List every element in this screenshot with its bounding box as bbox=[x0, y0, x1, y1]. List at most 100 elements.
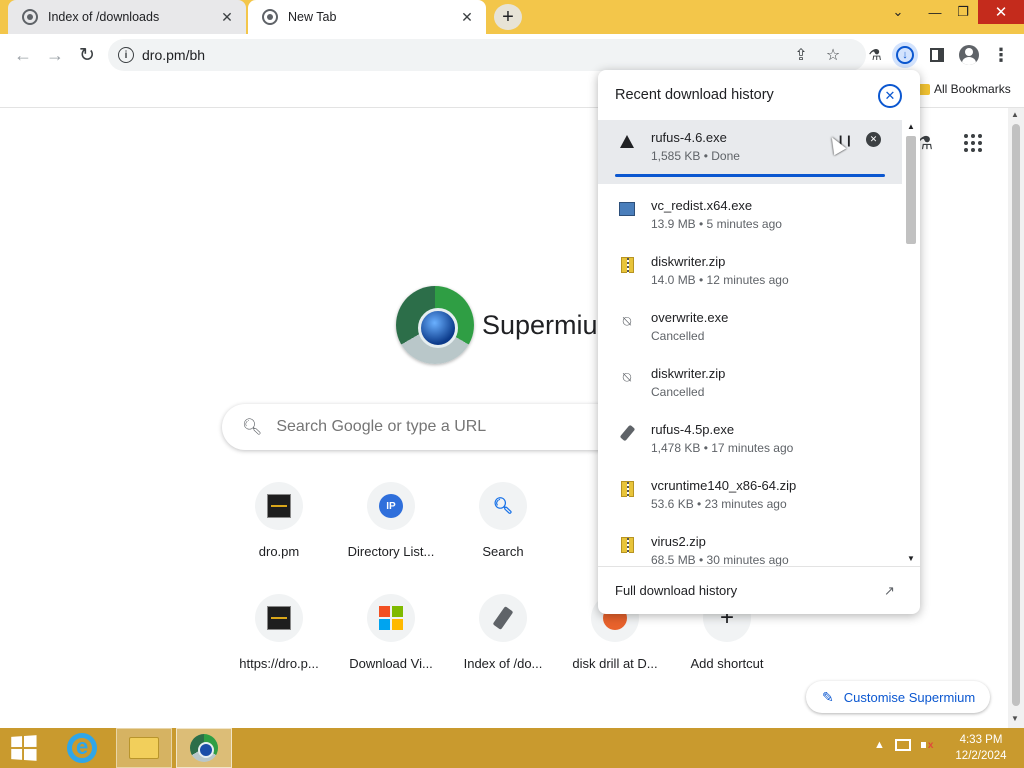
customise-label: Customise Supermium bbox=[843, 689, 976, 705]
installer-icon bbox=[618, 200, 636, 218]
volume-muted-icon[interactable] bbox=[920, 738, 935, 752]
shortcut-label: Search bbox=[482, 544, 524, 559]
minimize-button[interactable]: — bbox=[920, 0, 950, 24]
browser-icon bbox=[262, 9, 278, 25]
page-scrollbar[interactable]: ▲ ▼ bbox=[1008, 108, 1024, 728]
search-icon: 🔍︎ bbox=[492, 498, 514, 515]
dro-pm-icon bbox=[267, 494, 291, 518]
search-input[interactable] bbox=[276, 418, 597, 436]
new-tab-button[interactable]: + bbox=[494, 4, 522, 30]
windows-start-icon[interactable] bbox=[11, 735, 39, 761]
clock-time: 4:33 PM bbox=[959, 734, 1003, 746]
forward-arrow-icon[interactable]: → bbox=[42, 42, 68, 68]
shortcut-label: Add shortcut bbox=[690, 656, 764, 671]
download-item[interactable]: vc_redist.x64.exe 13.9 MB • 5 minutes ag… bbox=[598, 188, 902, 244]
dro-pm-icon bbox=[267, 606, 291, 630]
zip-icon bbox=[618, 256, 636, 274]
back-arrow-icon[interactable]: ← bbox=[10, 42, 36, 68]
share-icon[interactable]: ⇪ bbox=[788, 42, 814, 68]
download-item[interactable]: rufus-4.6.exe 1,585 KB • Done ❙❙ ✕ bbox=[598, 120, 902, 184]
taskbar-supermium[interactable] bbox=[176, 728, 232, 768]
scroll-up-arrow-icon[interactable]: ▲ bbox=[1011, 110, 1019, 119]
downloads-header: Recent download history bbox=[615, 87, 774, 103]
bookmark-star-icon[interactable]: ☆ bbox=[820, 42, 846, 68]
tab-search-chevron-icon[interactable]: ⌄ bbox=[884, 0, 912, 24]
scroll-thumb[interactable] bbox=[906, 136, 916, 244]
ip-icon: IP bbox=[379, 494, 403, 518]
blocked-file-icon: ⍉ bbox=[622, 312, 632, 329]
download-item[interactable]: rufus-4.5p.exe 1,478 KB • 17 minutes ago bbox=[598, 412, 902, 468]
file-explorer-icon bbox=[129, 737, 159, 759]
apps-grid-icon[interactable] bbox=[960, 130, 986, 156]
globe-icon bbox=[22, 9, 38, 25]
shortcut-label: Directory List... bbox=[347, 544, 435, 559]
download-item[interactable]: ⍉ overwrite.exe Cancelled bbox=[598, 300, 902, 356]
zip-icon bbox=[618, 480, 636, 498]
download-status: Cancelled bbox=[651, 385, 705, 399]
downloads-bubble: Recent download history ✕ rufus-4.6.exe … bbox=[598, 70, 920, 614]
downloads-button[interactable]: ↓ bbox=[892, 42, 918, 68]
shortcut-search[interactable]: 🔍︎ Search bbox=[447, 482, 559, 559]
tab-index-of-downloads[interactable]: Index of /downloads ✕ bbox=[8, 0, 246, 34]
scroll-thumb[interactable] bbox=[1012, 124, 1020, 706]
full-download-history-link[interactable]: Full download history ↗ bbox=[598, 566, 920, 614]
scroll-down-arrow-icon[interactable]: ▼ bbox=[1011, 714, 1019, 723]
tab-new-tab[interactable]: New Tab ✕ bbox=[248, 0, 486, 34]
taskbar-internet-explorer[interactable] bbox=[54, 728, 110, 768]
all-bookmarks-button[interactable]: All Bookmarks bbox=[916, 82, 1011, 96]
close-tab-icon[interactable]: ✕ bbox=[218, 8, 236, 26]
download-arrow-icon: ↓ bbox=[896, 46, 914, 64]
downloads-list: rufus-4.6.exe 1,585 KB • Done ❙❙ ✕ vc_re… bbox=[598, 120, 902, 566]
shortcut-label: disk drill at D... bbox=[572, 656, 658, 671]
more-menu-icon[interactable]: ⋮ bbox=[988, 42, 1014, 68]
network-icon[interactable] bbox=[894, 739, 911, 751]
taskbar-file-explorer[interactable] bbox=[116, 728, 172, 768]
download-filename: rufus-4.5p.exe bbox=[651, 422, 735, 437]
address-bar[interactable]: i dro.pm/bh bbox=[108, 39, 866, 71]
download-item[interactable]: virus2.zip 68.5 MB • 30 minutes ago bbox=[598, 524, 902, 566]
taskbar-clock[interactable]: 4:33 PM 12/2/2024 bbox=[948, 732, 1014, 764]
side-panel-icon[interactable] bbox=[924, 42, 950, 68]
clock-date: 12/2/2024 bbox=[955, 750, 1007, 762]
close-icon[interactable]: ✕ bbox=[878, 84, 902, 108]
profile-avatar-icon[interactable] bbox=[956, 42, 982, 68]
scroll-up-arrow-icon[interactable]: ▲ bbox=[907, 122, 915, 131]
all-bookmarks-label: All Bookmarks bbox=[934, 82, 1011, 96]
downloads-scrollbar[interactable]: ▲ ▼ bbox=[902, 120, 918, 566]
download-filename: rufus-4.6.exe bbox=[651, 130, 727, 145]
download-filename: overwrite.exe bbox=[651, 310, 729, 325]
show-hidden-icons-icon[interactable]: ▲ bbox=[874, 739, 885, 751]
download-item[interactable]: diskwriter.zip 14.0 MB • 12 minutes ago bbox=[598, 244, 902, 300]
customise-button[interactable]: ✎ Customise Supermium bbox=[806, 681, 990, 713]
windows-icon bbox=[379, 606, 403, 630]
shortcut-label: Index of /do... bbox=[463, 656, 543, 671]
shortcut-dro-pm[interactable]: dro.pm bbox=[223, 482, 335, 559]
download-filename: vc_redist.x64.exe bbox=[651, 198, 753, 213]
shortcut-index-of-downloads[interactable]: Index of /do... bbox=[447, 594, 559, 671]
shortcut-directory-list[interactable]: IP Directory List... bbox=[335, 482, 447, 559]
shortcut-label: dro.pm bbox=[258, 544, 300, 559]
close-tab-icon[interactable]: ✕ bbox=[458, 8, 476, 26]
open-external-icon: ↗ bbox=[884, 583, 895, 598]
site-info-icon[interactable]: i bbox=[118, 47, 134, 63]
usb-drive-icon bbox=[492, 606, 514, 630]
taskbar: ▲ 4:33 PM 12/2/2024 bbox=[0, 728, 1024, 768]
download-status: 68.5 MB • 30 minutes ago bbox=[651, 553, 789, 566]
shortcut-label: https://dro.p... bbox=[239, 656, 319, 671]
download-item[interactable]: ⍉ diskwriter.zip Cancelled bbox=[598, 356, 902, 412]
tab-title: New Tab bbox=[288, 10, 337, 24]
cancel-icon[interactable]: ✕ bbox=[866, 132, 881, 147]
close-window-button[interactable]: ✕ bbox=[978, 0, 1024, 24]
supermium-icon bbox=[190, 734, 218, 762]
scroll-down-arrow-icon[interactable]: ▼ bbox=[907, 554, 915, 563]
reload-icon[interactable]: ↻ bbox=[74, 42, 100, 68]
restore-button[interactable]: ❐ bbox=[950, 0, 976, 24]
usb-drive-icon bbox=[618, 424, 636, 442]
download-filename: diskwriter.zip bbox=[651, 366, 726, 381]
download-item[interactable]: vcruntime140_x86-64.zip 53.6 KB • 23 min… bbox=[598, 468, 902, 524]
download-filename: vcruntime140_x86-64.zip bbox=[651, 478, 797, 493]
shortcut-download-vi[interactable]: Download Vi... bbox=[335, 594, 447, 671]
shortcut-label: Download Vi... bbox=[349, 656, 433, 671]
labs-flask-icon[interactable]: ⚗ bbox=[862, 42, 888, 68]
shortcut-https-dro-p[interactable]: https://dro.p... bbox=[223, 594, 335, 671]
